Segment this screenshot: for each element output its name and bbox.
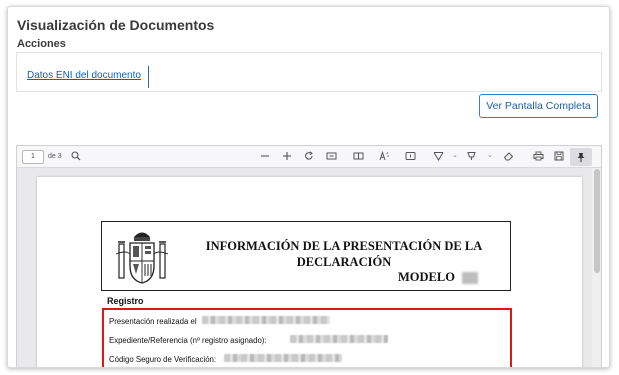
page-count-label: de 3: [48, 153, 62, 160]
model-label: MODELO: [398, 270, 455, 284]
pin-icon: [577, 153, 585, 162]
text-box-icon[interactable]: [405, 150, 416, 164]
highlight-icon[interactable]: [466, 150, 477, 164]
expediente-label: Expediente/Referencia (nº registro asign…: [109, 336, 267, 345]
draw-icon[interactable]: [433, 150, 444, 164]
zoom-in-icon[interactable]: [282, 150, 292, 164]
fullscreen-button[interactable]: Ver Pantalla Completa: [479, 94, 598, 118]
zoom-out-icon[interactable]: [260, 150, 270, 164]
csv-label: Código Seguro de Verificación:: [109, 355, 217, 364]
pin-toolbar-button[interactable]: [570, 148, 592, 166]
coat-of-arms-icon: [116, 232, 168, 284]
page-title: Visualización de Documentos: [17, 17, 215, 33]
link-divider: [148, 66, 149, 88]
document-header: INFORMACIÓN DE LA PRESENTACIÓN DE LA DEC…: [101, 221, 511, 291]
pdf-viewer: 1 de 3 ⌄ ⌄ INFORMACIÓN DE LA PRESENTACIÓ…: [16, 145, 602, 367]
draw-options-chevron-icon[interactable]: ⌄: [452, 151, 458, 159]
page-number-input[interactable]: 1: [22, 150, 44, 164]
eraser-icon[interactable]: [503, 150, 514, 164]
main-panel: Visualización de Documentos Acciones Dat…: [7, 6, 610, 368]
acciones-box: Datos ENI del documento: [16, 52, 602, 92]
read-aloud-icon[interactable]: [379, 150, 390, 164]
rotate-icon[interactable]: [304, 150, 314, 164]
highlight-options-chevron-icon[interactable]: ⌄: [487, 151, 493, 159]
presentation-date-label: Presentación realizada el: [109, 317, 197, 326]
redacted-expediente: [290, 335, 388, 343]
redacted-model-number: [462, 272, 478, 284]
eni-data-link[interactable]: Datos ENI del documento: [27, 70, 141, 81]
save-icon[interactable]: [554, 150, 564, 164]
fit-page-icon[interactable]: [326, 150, 337, 164]
pdf-toolbar: 1 de 3 ⌄ ⌄: [17, 146, 601, 168]
viewer-scrollbar[interactable]: [592, 168, 601, 367]
document-title-line-2: DECLARACIÓN: [296, 255, 392, 269]
page-view-icon[interactable]: [353, 150, 364, 164]
document-title: INFORMACIÓN DE LA PRESENTACIÓN DE LA DEC…: [184, 238, 504, 270]
search-icon[interactable]: [71, 150, 81, 164]
document-title-line-1: INFORMACIÓN DE LA PRESENTACIÓN DE LA: [205, 239, 483, 253]
pdf-page: INFORMACIÓN DE LA PRESENTACIÓN DE LA DEC…: [37, 177, 582, 367]
registro-highlight-box: Presentación realizada el Expediente/Ref…: [102, 308, 512, 367]
scroll-thumb[interactable]: [594, 169, 600, 273]
print-icon[interactable]: [533, 150, 544, 164]
registro-heading: Registro: [107, 296, 144, 306]
section-title-acciones: Acciones: [17, 38, 66, 50]
redacted-csv: [224, 354, 342, 362]
redacted-presentation-date: [202, 316, 330, 324]
